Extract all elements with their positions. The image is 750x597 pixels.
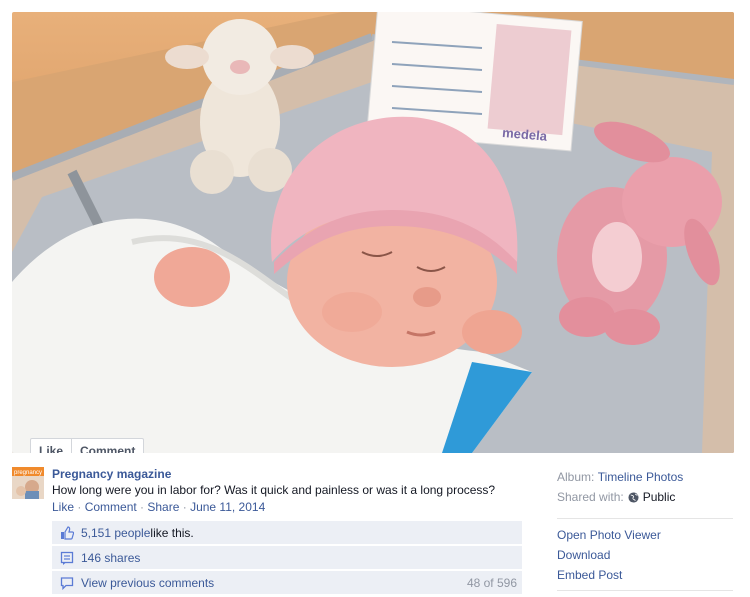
shares-link[interactable]: 146 shares — [81, 551, 140, 565]
page-name-link[interactable]: Pregnancy magazine — [52, 467, 171, 481]
post-photo[interactable]: medela Like Comment — [12, 12, 734, 453]
download-link[interactable]: Download — [557, 547, 661, 567]
sidebar-bottom-divider — [557, 590, 733, 591]
photo-like-button[interactable]: Like — [31, 439, 71, 453]
embed-post-link[interactable]: Embed Post — [557, 567, 661, 587]
photo-comment-button[interactable]: Comment — [71, 439, 143, 453]
shared-with-label: Shared with: — [557, 490, 624, 504]
baby-right-hand — [462, 310, 522, 354]
comment-link[interactable]: Comment — [85, 500, 137, 514]
thumbs-up-icon — [61, 525, 74, 540]
likes-count-link[interactable]: 5,151 people — [81, 526, 150, 540]
globe-icon[interactable] — [628, 491, 639, 503]
post-actions: Like · Comment · Share · June 11, 2014 — [52, 500, 265, 514]
avatar-text: pregnancy — [14, 470, 42, 476]
feedback-panel: 5,151 people like this. 146 shares View … — [52, 521, 522, 596]
page-avatar[interactable]: pregnancy — [12, 467, 44, 499]
photo-illustration: medela — [12, 12, 734, 453]
photo-sidebar: Album: Timeline Photos Shared with: Publ… — [557, 467, 733, 507]
separator: · — [74, 500, 85, 514]
likes-suffix: like this. — [150, 525, 194, 540]
baby-left-hand — [154, 247, 230, 307]
privacy-row: Shared with: Public — [557, 487, 733, 507]
shares-row: 146 shares — [52, 546, 522, 569]
sidebar-divider — [557, 518, 733, 519]
comments-row: View previous comments 48 of 596 — [52, 571, 522, 594]
photo-actions: Like Comment — [30, 438, 145, 453]
comment-bubble-icon — [60, 576, 74, 590]
separator: · — [136, 500, 148, 514]
open-photo-viewer-link[interactable]: Open Photo Viewer — [557, 527, 661, 547]
like-link[interactable]: Like — [52, 500, 74, 514]
shared-with-value: Public — [642, 490, 676, 504]
share-icon — [60, 551, 74, 565]
likes-row: 5,151 people like this. — [52, 521, 522, 544]
sidebar-links: Open Photo Viewer Download Embed Post — [557, 527, 661, 587]
album-label: Album: — [557, 470, 595, 484]
avatar-image: pregnancy — [12, 467, 44, 499]
comment-count: 48 of 596 — [466, 575, 517, 590]
album-row: Album: Timeline Photos — [557, 467, 733, 487]
separator: · — [179, 500, 191, 514]
album-link[interactable]: Timeline Photos — [598, 469, 684, 485]
share-link[interactable]: Share — [147, 500, 179, 514]
view-previous-comments-link[interactable]: View previous comments — [81, 576, 214, 590]
post-caption: How long were you in labor for? Was it q… — [52, 483, 496, 497]
post-date-link[interactable]: June 11, 2014 — [190, 500, 265, 514]
